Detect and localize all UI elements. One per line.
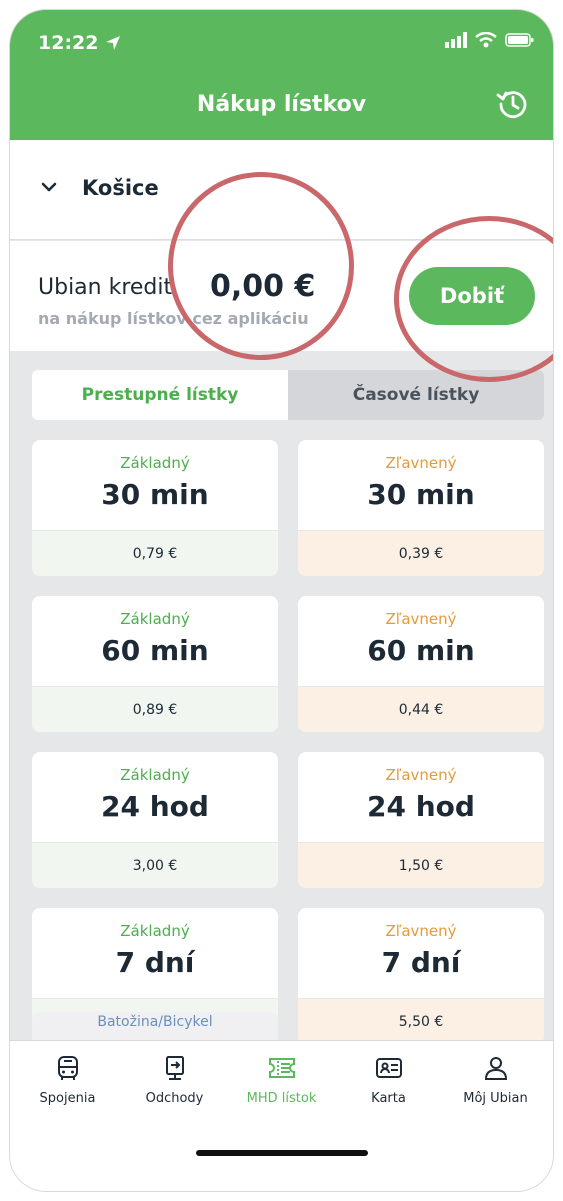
tab-transfer-tickets[interactable]: Prestupné lístky [32,370,288,420]
id-card-icon [375,1058,402,1078]
annotation-circle-credit [168,172,354,360]
history-icon[interactable] [495,86,531,122]
user-icon [484,1057,507,1080]
ticket-duration: 60 min [367,634,475,667]
ticket-duration: 30 min [101,478,209,511]
location-arrow-icon [106,36,121,50]
ticket-card[interactable]: Zľavnený 7 dní 5,50 € [298,908,544,1044]
city-name: Košice [82,176,159,200]
ticket-duration: 7 dní [115,946,195,979]
ticket-kind: Základný [120,922,190,940]
ticket-price: 1,50 € [298,842,544,888]
battery-icon [505,33,534,47]
status-indicators [445,32,535,48]
ticket-card[interactable]: Základný 30 min 0,79 € [32,440,278,576]
ticket-price: 3,00 € [32,842,278,888]
ticket-kind: Zľavnený [385,922,457,940]
ticket-kind: Základný [120,610,190,628]
nav-item-karta[interactable]: Karta [339,1053,439,1106]
ticket-card[interactable]: Základný 24 hod 3,00 € [32,752,278,888]
ticket-price: 5,50 € [298,998,544,1044]
nav-item-odchody[interactable]: Odchody [125,1053,225,1106]
ticket-kind: Základný [120,766,190,784]
status-time: 12:22 [38,32,122,54]
bottom-navigation: Spojenia Odchody MHD lístok Karta Môj Ub… [10,1040,553,1191]
ticket-icon [268,1058,295,1078]
luggage-ticket-label: Batožina/Bicykel [97,1014,213,1030]
ticket-card[interactable]: Základný 60 min 0,89 € [32,596,278,732]
page-title: Nákup lístkov [196,92,367,117]
ticket-price: 0,39 € [298,530,544,576]
ticket-duration: 30 min [367,478,475,511]
ticket-kind: Zľavnený [385,766,457,784]
home-indicator[interactable] [196,1150,368,1156]
bus-icon [57,1056,78,1080]
ticket-duration: 24 hod [101,790,209,823]
nav-label: Karta [371,1091,406,1106]
cellular-signal-icon [445,32,467,48]
ticket-price: 0,44 € [298,686,544,732]
app-header: 12:22 Nákup lístkov [10,10,553,140]
nav-item-spojenia[interactable]: Spojenia [18,1053,118,1106]
ticket-duration: 60 min [101,634,209,667]
ticket-card[interactable]: Zľavnený 60 min 0,44 € [298,596,544,732]
ticket-kind: Zľavnený [385,610,457,628]
nav-label: Spojenia [39,1091,96,1106]
nav-label: Môj Ubian [463,1091,528,1106]
wifi-icon [475,32,497,48]
ticket-kind: Zľavnený [385,454,457,472]
status-time-text: 12:22 [38,32,99,54]
ticket-card[interactable]: Zľavnený 30 min 0,39 € [298,440,544,576]
ticket-price: 0,79 € [32,530,278,576]
credit-label: Ubian kredit [38,275,173,300]
departures-board-icon [165,1056,184,1080]
chevron-down-icon [41,182,57,192]
ticket-kind: Základný [120,454,190,472]
phone-screen: 12:22 Nákup lístkov Košice Ubian kredit … [10,10,553,1191]
nav-label: Odchody [145,1091,204,1106]
ticket-duration: 24 hod [367,790,475,823]
nav-label: MHD lístok [246,1091,317,1106]
nav-item-moj-ubian[interactable]: Môj Ubian [446,1053,546,1106]
ticket-card[interactable]: Zľavnený 24 hod 1,50 € [298,752,544,888]
ticket-duration: 7 dní [381,946,461,979]
nav-item-mhd-listok[interactable]: MHD lístok [232,1053,332,1106]
ticket-price: 0,89 € [32,686,278,732]
